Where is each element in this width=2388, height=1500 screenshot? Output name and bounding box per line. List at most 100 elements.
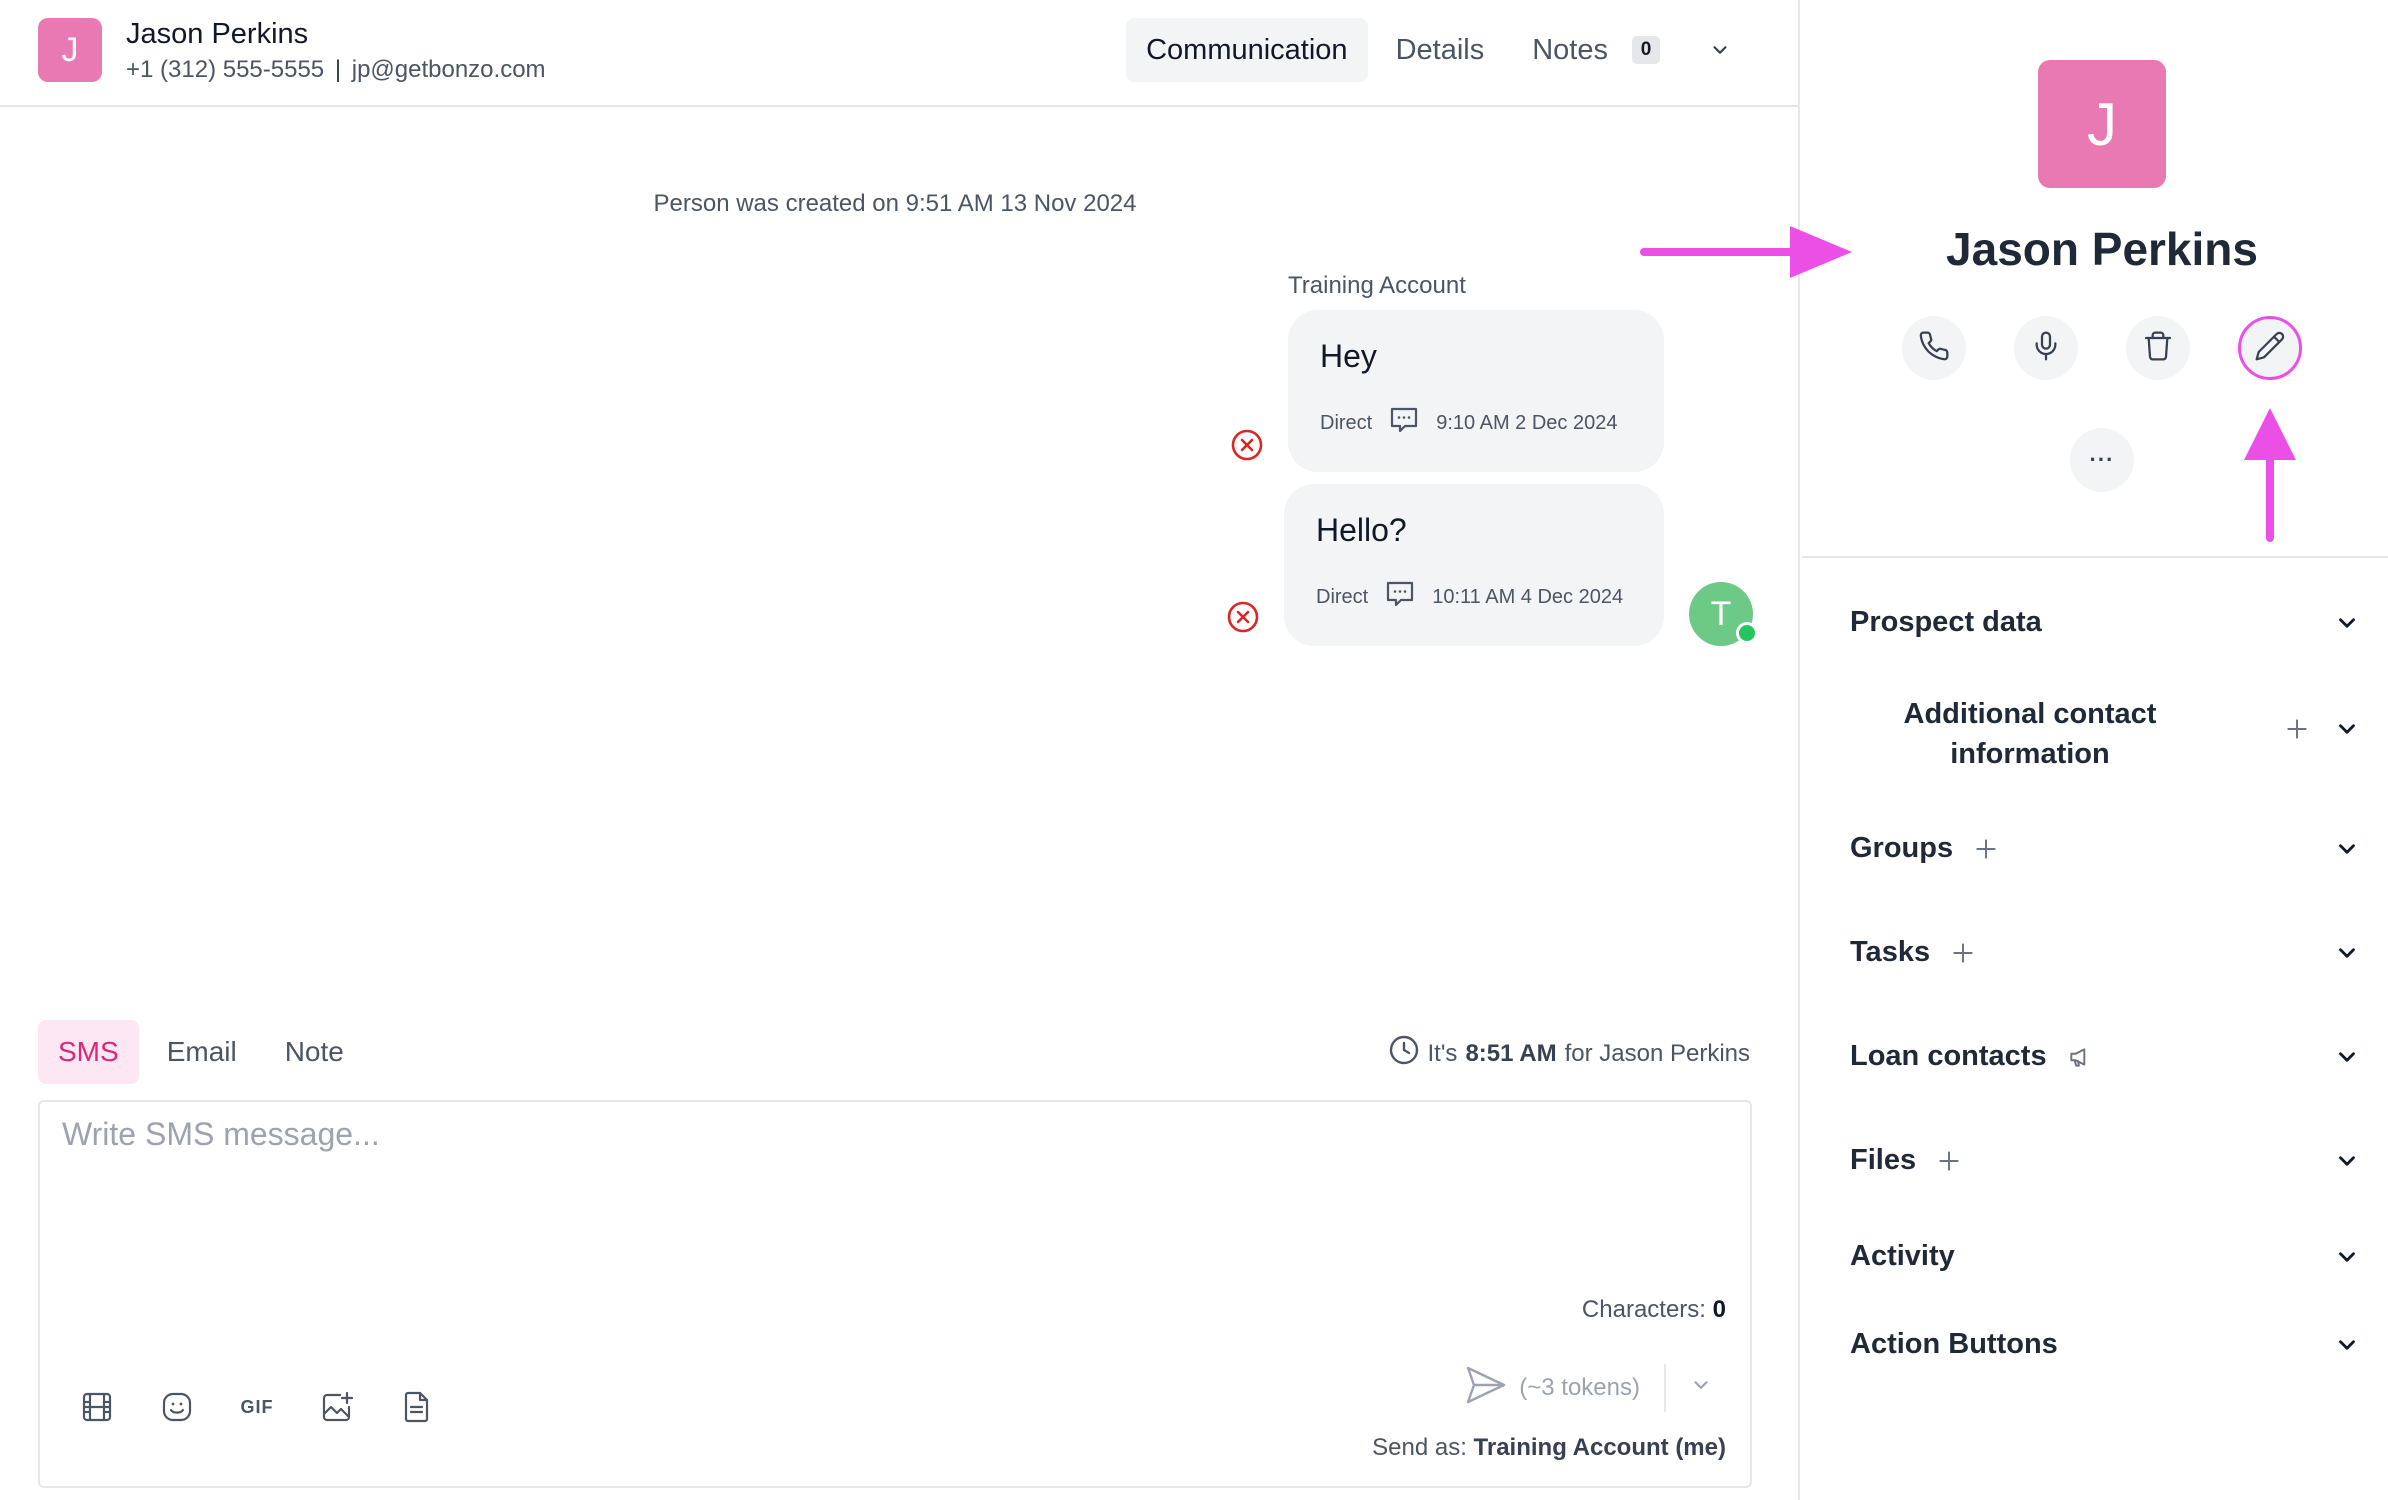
template-document-icon[interactable] <box>398 1388 436 1426</box>
composer-tab-note[interactable]: Note <box>265 1020 364 1084</box>
add-image-icon[interactable] <box>318 1388 356 1426</box>
call-button[interactable] <box>1902 316 1966 380</box>
failed-status-icon[interactable] <box>1226 600 1260 634</box>
section-additional-contact[interactable]: Additional contact information <box>1850 694 2210 774</box>
chevron-down-icon[interactable] <box>2334 1244 2360 1270</box>
emoji-icon[interactable] <box>158 1388 196 1426</box>
add-plus-icon[interactable] <box>1936 1148 1962 1174</box>
notes-count-badge: 0 <box>1632 36 1660 64</box>
message-composer: Characters: 0 GIF (~3 tokens) <box>38 1100 1752 1488</box>
contact-avatar: J <box>38 18 102 82</box>
characters-label: Characters: <box>1581 1296 1706 1323</box>
online-status-dot <box>1736 622 1758 644</box>
tab-communication[interactable]: Communication <box>1126 18 1368 82</box>
more-actions-button[interactable]: ··· <box>2070 428 2134 492</box>
message-meta: Direct 10:11 AM 4 Dec 2024 <box>1316 578 1623 616</box>
chevron-down-icon[interactable] <box>2334 1044 2360 1070</box>
section-title: Prospect data <box>1850 606 2042 638</box>
section-title: Tasks <box>1850 936 1931 968</box>
profile-actions <box>1902 316 2302 380</box>
message-text: Hello? <box>1316 512 1407 548</box>
microphone-icon <box>2030 330 2062 367</box>
sms-message-input[interactable] <box>62 1116 1722 1276</box>
section-title: Activity <box>1850 1240 1955 1272</box>
send-options-chevron-down-icon[interactable] <box>1690 1374 1712 1401</box>
message-channel: Direct <box>1320 411 1373 434</box>
section-title: Loan contacts <box>1850 1040 2047 1072</box>
composer-tab-email[interactable]: Email <box>147 1020 257 1084</box>
composer-toolbar: GIF <box>78 1388 436 1426</box>
chevron-down-icon[interactable] <box>2334 1332 2360 1358</box>
section-title-line1: Additional contact <box>1903 698 2157 730</box>
chevron-down-icon[interactable] <box>2334 1148 2360 1174</box>
message-channel: Direct <box>1316 585 1369 608</box>
tab-notes[interactable]: Notes 0 <box>1512 18 1680 82</box>
local-time-value: 8:51 AM <box>1465 1039 1557 1067</box>
message-bubble[interactable]: Hey Direct 9:10 AM 2 Dec 2024 <box>1288 310 1664 472</box>
phone-icon <box>1918 330 1950 367</box>
contact-email[interactable]: jp@getbonzo.com <box>352 56 546 83</box>
message-timestamp: 9:10 AM 2 Dec 2024 <box>1436 411 1618 434</box>
profile-divider <box>1802 556 2388 558</box>
sms-bubble-icon <box>1388 404 1420 442</box>
contact-header: J Jason Perkins +1 (312) 555-5555 | jp@g… <box>0 0 1800 107</box>
contact-name: Jason Perkins <box>126 18 309 50</box>
section-title: Action Buttons <box>1850 1328 2058 1360</box>
created-notice: Person was created on 9:51 AM 13 Nov 202… <box>653 190 1137 217</box>
section-activity[interactable]: Activity <box>1850 1240 2360 1273</box>
message-text: Hey <box>1320 338 1377 374</box>
gif-label: GIF <box>240 1396 274 1417</box>
edit-button[interactable] <box>2238 316 2302 380</box>
delete-button[interactable] <box>2126 316 2190 380</box>
section-loan-contacts[interactable]: Loan contacts <box>1850 1040 2360 1073</box>
profile-avatar: J <box>2038 60 2166 188</box>
composer-tabs: SMS Email Note <box>38 1020 364 1084</box>
section-action-buttons[interactable]: Action Buttons <box>1850 1328 2360 1361</box>
tab-details[interactable]: Details <box>1376 18 1505 82</box>
send-as-label: Send as: <box>1372 1434 1467 1461</box>
contact-phone[interactable]: +1 (312) 555-5555 <box>126 56 324 83</box>
section-title: Files <box>1850 1144 1917 1176</box>
additional-contact-controls <box>2284 716 2360 747</box>
composer-tab-sms[interactable]: SMS <box>38 1020 139 1084</box>
message-meta: Direct 9:10 AM 2 Dec 2024 <box>1320 404 1617 442</box>
section-tasks[interactable]: Tasks <box>1850 936 2360 969</box>
sms-bubble-icon <box>1384 578 1416 616</box>
character-counter: Characters: 0 <box>1582 1296 1726 1324</box>
add-plus-icon[interactable] <box>1973 836 1999 862</box>
chevron-down-icon[interactable] <box>2334 940 2360 966</box>
megaphone-icon[interactable] <box>2067 1044 2093 1070</box>
pencil-icon <box>2254 330 2286 367</box>
gif-icon[interactable]: GIF <box>238 1388 276 1426</box>
add-plus-icon[interactable] <box>1950 940 1976 966</box>
chevron-down-icon[interactable] <box>2334 836 2360 862</box>
message-sender-label: Training Account <box>1288 272 1466 299</box>
section-prospect-data[interactable]: Prospect data <box>1850 606 2360 639</box>
tabs-more-chevron-down-icon[interactable] <box>1698 28 1742 72</box>
local-time-prefix: It's <box>1427 1039 1458 1067</box>
chevron-down-icon[interactable] <box>2334 716 2360 747</box>
annotation-arrow-up-icon <box>2244 408 2296 542</box>
send-as: Send as: Training Account (me) <box>1372 1434 1726 1462</box>
trash-icon <box>2142 330 2174 367</box>
send-as-value[interactable]: Training Account (me) <box>1474 1434 1726 1461</box>
contact-local-time: It's 8:51 AM for Jason Perkins <box>1388 1034 1750 1073</box>
tab-notes-label: Notes <box>1532 33 1608 66</box>
add-plus-icon[interactable] <box>2284 716 2310 747</box>
view-tabs: Communication Details Notes 0 <box>1126 18 1742 82</box>
send-icon[interactable] <box>1463 1362 1509 1413</box>
failed-status-icon[interactable] <box>1230 428 1264 462</box>
contact-subtitle: +1 (312) 555-5555 | jp@getbonzo.com <box>126 56 546 84</box>
token-estimate: (~3 tokens) <box>1519 1373 1640 1401</box>
message-bubble[interactable]: Hello? Direct 10:11 AM 4 Dec 2024 <box>1284 484 1664 646</box>
section-groups[interactable]: Groups <box>1850 832 2360 865</box>
chevron-down-icon[interactable] <box>2334 610 2360 636</box>
video-icon[interactable] <box>78 1388 116 1426</box>
section-files[interactable]: Files <box>1850 1144 2360 1177</box>
clock-icon <box>1388 1034 1420 1073</box>
voice-button[interactable] <box>2014 316 2078 380</box>
conversation-panel: J Jason Perkins +1 (312) 555-5555 | jp@g… <box>0 0 1800 1500</box>
local-time-suffix: for Jason Perkins <box>1564 1039 1750 1067</box>
characters-count: 0 <box>1712 1296 1726 1323</box>
section-title-line2: information <box>1950 738 2110 770</box>
